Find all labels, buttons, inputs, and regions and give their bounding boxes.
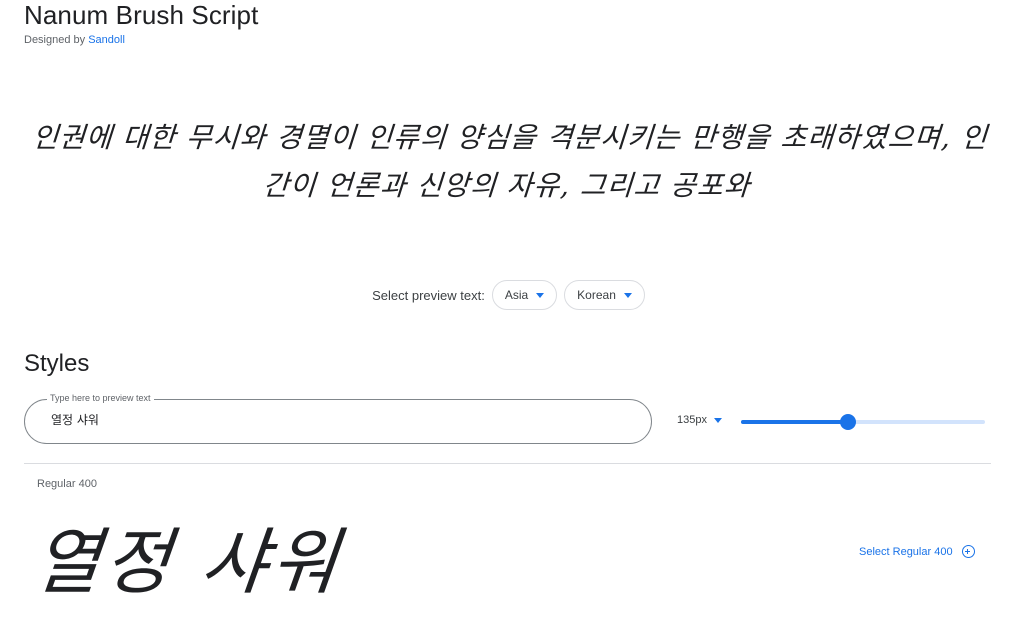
- caret-down-icon: [536, 292, 545, 298]
- preview-text-selector: Select preview text: Asia Korean: [0, 280, 1017, 310]
- select-style-label: Select Regular 400: [859, 545, 953, 558]
- style-preview: 열정 샤워: [29, 520, 347, 604]
- style-name: Regular 400: [37, 478, 97, 490]
- styles-heading: Styles: [24, 350, 90, 377]
- slider-fill: [741, 420, 849, 424]
- language-dropdown-value: Korean: [577, 288, 616, 302]
- preview-text-field: Type here to preview text: [24, 393, 652, 444]
- slider-thumb[interactable]: [840, 414, 857, 430]
- caret-down-icon: [623, 292, 632, 298]
- font-size-slider[interactable]: [741, 414, 985, 430]
- language-dropdown[interactable]: Korean: [564, 280, 645, 310]
- font-title: Nanum Brush Script: [24, 0, 259, 30]
- sample-text: 인권에 대한 무시와 경멸이 인류의 양심을 격분시키는 만행을 초래하였으며,…: [31, 121, 990, 202]
- designed-by-label: Designed by: [24, 34, 86, 46]
- designer-link[interactable]: Sandoll: [88, 34, 125, 46]
- region-dropdown[interactable]: Asia: [491, 280, 558, 310]
- caret-down-icon: [713, 417, 722, 423]
- preview-select-label: Select preview text:: [372, 287, 485, 303]
- font-size-value: 135px: [677, 414, 707, 426]
- preview-text-input[interactable]: [51, 412, 631, 426]
- add-circle-icon: [961, 545, 975, 558]
- font-size-dropdown[interactable]: 135px: [677, 414, 722, 426]
- select-style-button[interactable]: Select Regular 400: [859, 545, 975, 558]
- divider: [24, 463, 991, 464]
- preview-input-label: Type here to preview text: [47, 393, 154, 403]
- designer-line: Designed by Sandoll: [24, 34, 125, 46]
- region-dropdown-value: Asia: [504, 288, 529, 302]
